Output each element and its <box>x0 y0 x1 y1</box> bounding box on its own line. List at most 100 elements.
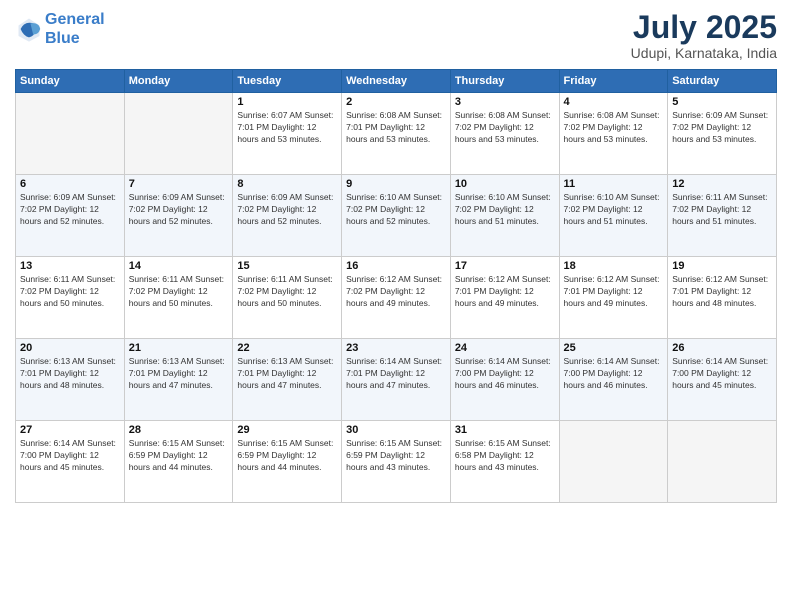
day-cell: 5Sunrise: 6:09 AM Sunset: 7:02 PM Daylig… <box>668 93 777 175</box>
day-info: Sunrise: 6:15 AM Sunset: 6:59 PM Dayligh… <box>237 438 337 474</box>
day-cell: 2 Sunrise: 6:08 AM Sunset: 7:01 PM Daylig… <box>342 93 451 175</box>
day-info: Sunrise: 6:14 AM Sunset: 7:00 PM Dayligh… <box>564 356 664 392</box>
day-info: Sunrise: 6:12 AM Sunset: 7:01 PM Dayligh… <box>672 274 772 310</box>
day-cell: 21 Sunrise: 6:13 AM Sunset: 7:01 PM Dayli… <box>124 339 233 421</box>
day-info: Sunrise: 6:12 AM Sunset: 7:01 PM Dayligh… <box>455 274 555 310</box>
day-number: 13 <box>20 260 120 272</box>
day-cell: 3 Sunrise: 6:08 AM Sunset: 7:02 PM Daylig… <box>450 93 559 175</box>
day-info: Sunrise: 6:12 AM Sunset: 7:01 PM Dayligh… <box>564 274 664 310</box>
day-number: 20 <box>20 342 120 354</box>
day-info: Sunrise: 6:14 AM Sunset: 7:00 PM Dayligh… <box>455 356 555 392</box>
week-row-0: 1 Sunrise: 6:07 AM Sunset: 7:01 PM Daylig… <box>16 93 777 175</box>
day-info: Sunrise: 6:11 AM Sunset: 7:02 PM Dayligh… <box>129 274 229 310</box>
day-info: Sunrise: 6:09 AM Sunset: 7:02 PM Dayligh… <box>20 192 120 228</box>
header-row: Sunday Monday Tuesday Wednesday Thursday… <box>16 70 777 93</box>
day-info: Sunrise: 6:14 AM Sunset: 7:00 PM Dayligh… <box>20 438 120 474</box>
week-row-4: 27Sunrise: 6:14 AM Sunset: 7:00 PM Dayli… <box>16 421 777 503</box>
day-cell: 15Sunrise: 6:11 AM Sunset: 7:02 PM Dayli… <box>233 257 342 339</box>
day-number: 24 <box>455 342 555 354</box>
logo-text: General Blue <box>45 10 105 48</box>
day-cell: 16 Sunrise: 6:12 AM Sunset: 7:02 PM Dayli… <box>342 257 451 339</box>
day-info: Sunrise: 6:15 AM Sunset: 6:59 PM Dayligh… <box>129 438 229 474</box>
day-cell: 29 Sunrise: 6:15 AM Sunset: 6:59 PM Dayli… <box>233 421 342 503</box>
day-cell: 14 Sunrise: 6:11 AM Sunset: 7:02 PM Dayli… <box>124 257 233 339</box>
day-number: 23 <box>346 342 446 354</box>
day-cell: 28 Sunrise: 6:15 AM Sunset: 6:59 PM Dayli… <box>124 421 233 503</box>
day-info: Sunrise: 6:08 AM Sunset: 7:01 PM Dayligh… <box>346 110 446 146</box>
day-cell <box>559 421 668 503</box>
day-cell <box>124 93 233 175</box>
day-info: Sunrise: 6:08 AM Sunset: 7:02 PM Dayligh… <box>564 110 664 146</box>
calendar-header: Sunday Monday Tuesday Wednesday Thursday… <box>16 70 777 93</box>
day-info: Sunrise: 6:15 AM Sunset: 6:59 PM Dayligh… <box>346 438 446 474</box>
day-info: Sunrise: 6:10 AM Sunset: 7:02 PM Dayligh… <box>455 192 555 228</box>
day-info: Sunrise: 6:08 AM Sunset: 7:02 PM Dayligh… <box>455 110 555 146</box>
day-number: 17 <box>455 260 555 272</box>
day-number: 28 <box>129 424 229 436</box>
day-number: 2 <box>346 96 446 108</box>
day-number: 7 <box>129 178 229 190</box>
day-info: Sunrise: 6:10 AM Sunset: 7:02 PM Dayligh… <box>564 192 664 228</box>
day-cell: 19 Sunrise: 6:12 AM Sunset: 7:01 PM Dayli… <box>668 257 777 339</box>
day-number: 19 <box>672 260 772 272</box>
day-info: Sunrise: 6:10 AM Sunset: 7:02 PM Dayligh… <box>346 192 446 228</box>
col-monday: Monday <box>124 70 233 93</box>
day-info: Sunrise: 6:13 AM Sunset: 7:01 PM Dayligh… <box>237 356 337 392</box>
col-wednesday: Wednesday <box>342 70 451 93</box>
day-number: 11 <box>564 178 664 190</box>
day-number: 26 <box>672 342 772 354</box>
day-number: 3 <box>455 96 555 108</box>
day-info: Sunrise: 6:11 AM Sunset: 7:02 PM Dayligh… <box>672 192 772 228</box>
calendar-page: General Blue July 2025 Udupi, Karnataka,… <box>0 0 792 612</box>
week-row-2: 13 Sunrise: 6:11 AM Sunset: 7:02 PM Dayli… <box>16 257 777 339</box>
day-number: 4 <box>564 96 664 108</box>
calendar-table: Sunday Monday Tuesday Wednesday Thursday… <box>15 69 777 503</box>
title-section: July 2025 Udupi, Karnataka, India <box>631 10 777 61</box>
day-number: 12 <box>672 178 772 190</box>
logo: General Blue <box>15 10 105 48</box>
day-info: Sunrise: 6:11 AM Sunset: 7:02 PM Dayligh… <box>20 274 120 310</box>
day-cell <box>16 93 125 175</box>
day-info: Sunrise: 6:11 AM Sunset: 7:02 PM Dayligh… <box>237 274 337 310</box>
day-cell: 22Sunrise: 6:13 AM Sunset: 7:01 PM Dayli… <box>233 339 342 421</box>
col-sunday: Sunday <box>16 70 125 93</box>
day-cell <box>668 421 777 503</box>
day-info: Sunrise: 6:07 AM Sunset: 7:01 PM Dayligh… <box>237 110 337 146</box>
day-cell: 6Sunrise: 6:09 AM Sunset: 7:02 PM Daylig… <box>16 175 125 257</box>
day-number: 25 <box>564 342 664 354</box>
day-cell: 1 Sunrise: 6:07 AM Sunset: 7:01 PM Daylig… <box>233 93 342 175</box>
day-cell: 13 Sunrise: 6:11 AM Sunset: 7:02 PM Dayli… <box>16 257 125 339</box>
day-number: 14 <box>129 260 229 272</box>
day-cell: 18 Sunrise: 6:12 AM Sunset: 7:01 PM Dayli… <box>559 257 668 339</box>
day-number: 18 <box>564 260 664 272</box>
logo-icon <box>15 15 43 43</box>
day-number: 21 <box>129 342 229 354</box>
day-number: 1 <box>237 96 337 108</box>
header: General Blue July 2025 Udupi, Karnataka,… <box>15 10 777 61</box>
location: Udupi, Karnataka, India <box>631 45 777 61</box>
day-cell: 4 Sunrise: 6:08 AM Sunset: 7:02 PM Daylig… <box>559 93 668 175</box>
day-number: 16 <box>346 260 446 272</box>
day-cell: 27Sunrise: 6:14 AM Sunset: 7:00 PM Dayli… <box>16 421 125 503</box>
day-info: Sunrise: 6:15 AM Sunset: 6:58 PM Dayligh… <box>455 438 555 474</box>
day-info: Sunrise: 6:09 AM Sunset: 7:02 PM Dayligh… <box>129 192 229 228</box>
day-cell: 8Sunrise: 6:09 AM Sunset: 7:02 PM Daylig… <box>233 175 342 257</box>
day-info: Sunrise: 6:12 AM Sunset: 7:02 PM Dayligh… <box>346 274 446 310</box>
day-cell: 10 Sunrise: 6:10 AM Sunset: 7:02 PM Dayli… <box>450 175 559 257</box>
day-cell: 11 Sunrise: 6:10 AM Sunset: 7:02 PM Dayli… <box>559 175 668 257</box>
day-cell: 7 Sunrise: 6:09 AM Sunset: 7:02 PM Daylig… <box>124 175 233 257</box>
day-number: 29 <box>237 424 337 436</box>
week-row-3: 20 Sunrise: 6:13 AM Sunset: 7:01 PM Dayli… <box>16 339 777 421</box>
day-number: 10 <box>455 178 555 190</box>
month-title: July 2025 <box>631 10 777 45</box>
day-info: Sunrise: 6:13 AM Sunset: 7:01 PM Dayligh… <box>129 356 229 392</box>
day-info: Sunrise: 6:13 AM Sunset: 7:01 PM Dayligh… <box>20 356 120 392</box>
day-cell: 9Sunrise: 6:10 AM Sunset: 7:02 PM Daylig… <box>342 175 451 257</box>
day-number: 30 <box>346 424 446 436</box>
day-info: Sunrise: 6:09 AM Sunset: 7:02 PM Dayligh… <box>672 110 772 146</box>
day-cell: 26Sunrise: 6:14 AM Sunset: 7:00 PM Dayli… <box>668 339 777 421</box>
day-info: Sunrise: 6:14 AM Sunset: 7:01 PM Dayligh… <box>346 356 446 392</box>
col-thursday: Thursday <box>450 70 559 93</box>
day-cell: 31 Sunrise: 6:15 AM Sunset: 6:58 PM Dayli… <box>450 421 559 503</box>
day-number: 31 <box>455 424 555 436</box>
